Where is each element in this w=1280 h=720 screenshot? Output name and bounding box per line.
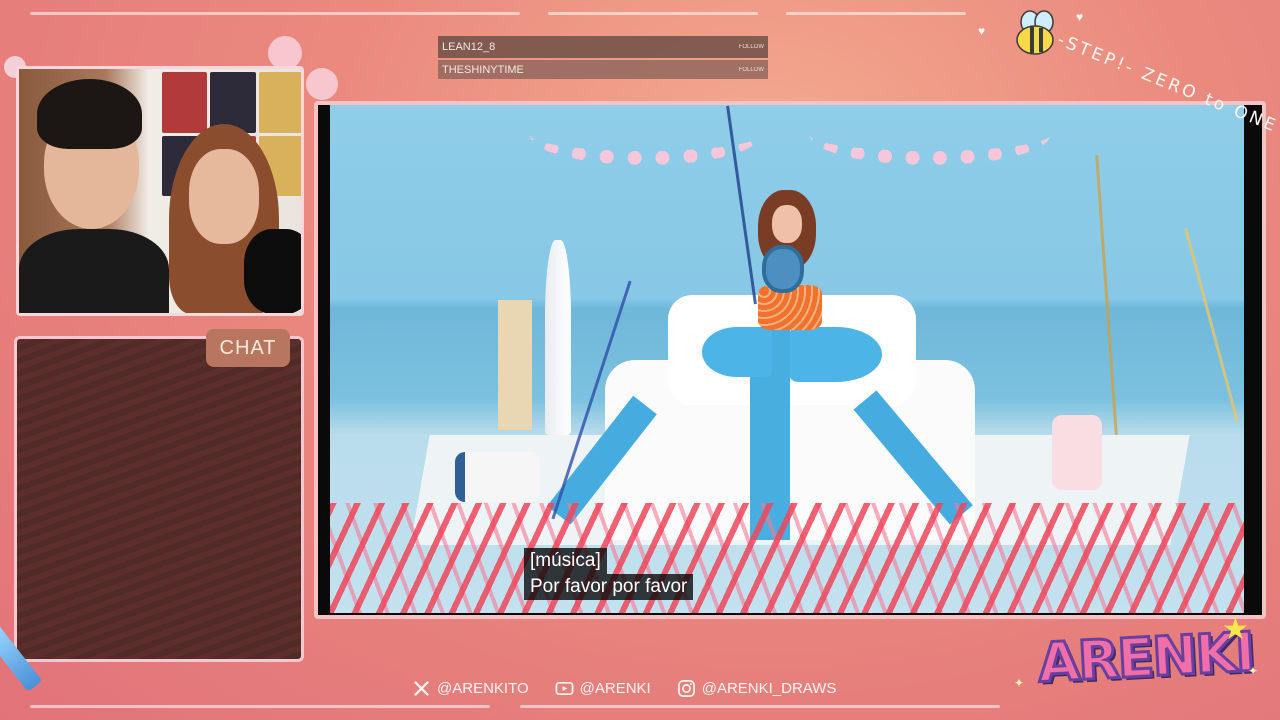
follow-alert: THESHINYTIME FOLLOW (438, 60, 768, 79)
social-handle: @ARENKI (579, 680, 651, 697)
deco-dot (268, 36, 302, 70)
party-popper (455, 452, 540, 502)
follow-username: THESHINYTIME (442, 63, 524, 76)
follow-label: FOLLOW (738, 66, 764, 73)
follow-username: LEAN12_8 (442, 41, 496, 53)
bottom-deco-line (520, 705, 1000, 708)
baby-bottle (1052, 415, 1102, 490)
social-handle: @ARENKI_DRAWS (701, 680, 837, 697)
ruler (498, 300, 532, 430)
confetti-streamers (330, 503, 1244, 613)
top-deco-line (786, 12, 966, 15)
paper-garland (810, 105, 1050, 165)
microphone (244, 229, 301, 313)
social-links: @ARENKITO @ARENKI @ARENKI_DRAWS (412, 679, 836, 698)
cake-knife (545, 240, 571, 435)
singer-face (772, 205, 802, 243)
chat-panel[interactable] (14, 336, 304, 662)
cohost-person (159, 124, 301, 313)
star-icon: ★ (1222, 613, 1249, 646)
social-instagram[interactable]: @ARENKI_DRAWS (677, 679, 837, 698)
bottom-deco-line (30, 705, 490, 708)
social-x[interactable]: @ARENKITO (412, 679, 529, 698)
bee-icon (1016, 10, 1054, 55)
bow-loop (790, 327, 882, 382)
social-handle: @ARENKITO (437, 680, 529, 697)
megaphone (762, 245, 804, 293)
heart-icon: ♥ (1076, 10, 1084, 24)
deco-dot (306, 68, 338, 100)
instagram-icon (677, 680, 695, 697)
subtitle-line: Por favor por favor (524, 574, 694, 600)
heart-icon: ♥ (978, 24, 986, 38)
follow-alert: LEAN12_8 FOLLOW (438, 36, 768, 58)
subtitle-line: [música] (524, 548, 607, 574)
bow-loop (702, 327, 772, 377)
streamer (1184, 228, 1239, 422)
follow-label: FOLLOW (738, 44, 764, 50)
sparkle-icon: ✦ (1248, 664, 1259, 678)
streamer-person (19, 79, 169, 313)
top-deco-line (30, 12, 520, 15)
chat-label: CHAT (206, 329, 290, 367)
youtube-icon (555, 681, 574, 696)
sparkle-icon: ✦ (1014, 676, 1025, 690)
x-icon (414, 681, 429, 696)
paper-garland (530, 105, 760, 165)
streamer (1095, 155, 1118, 435)
subtitles: [música] Por favor por favor (524, 548, 694, 600)
top-deco-line (548, 12, 758, 15)
webcam-feed (16, 66, 304, 316)
social-youtube[interactable]: @ARENKI (555, 679, 651, 698)
video-player[interactable] (330, 105, 1244, 613)
